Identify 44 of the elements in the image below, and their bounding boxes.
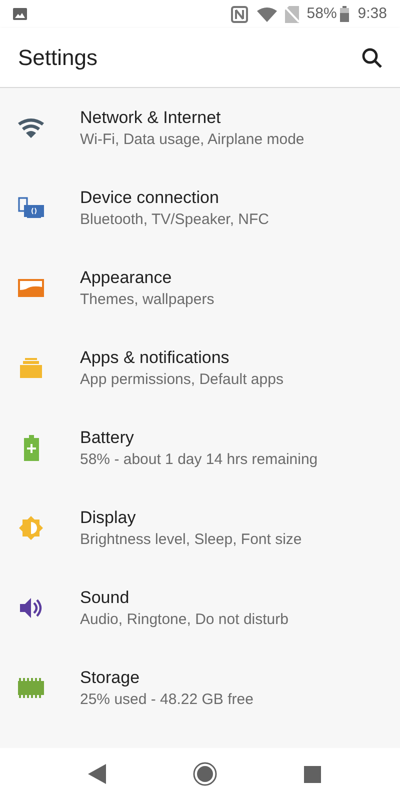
settings-item[interactable]: Apps & notifications App permissions, Default apps [0, 328, 400, 408]
settings-item[interactable]: Network & Internet Wi-Fi, Data usage, Airplane mode [0, 88, 400, 168]
item-subtitle: Audio, Ringtone, Do not disturb [80, 610, 288, 630]
wallpaper-icon [18, 279, 44, 297]
item-subtitle: 25% used - 48.22 GB free [80, 690, 254, 710]
settings-item[interactable]: Appearance Themes, wallpapers [0, 248, 400, 328]
battery-icon [340, 6, 349, 22]
item-subtitle: App permissions, Default apps [80, 370, 284, 390]
settings-item[interactable]: Storage 25% used - 48.22 GB free [0, 648, 400, 728]
item-title: Storage [80, 667, 141, 689]
item-subtitle: Themes, wallpapers [80, 290, 214, 310]
brightness-icon [19, 516, 43, 540]
clock-time: 9:38 [358, 4, 387, 24]
item-subtitle: Wi-Fi, Data usage, Airplane mode [80, 130, 304, 150]
wifi-icon [256, 6, 277, 22]
stack-icon [20, 358, 42, 378]
wifi-icon [18, 118, 44, 138]
search-icon[interactable] [361, 46, 383, 68]
item-title: Apps & notifications [80, 347, 230, 369]
nfc-icon [230, 6, 248, 22]
settings-item[interactable]: Display Brightness level, Sleep, Font size [0, 488, 400, 568]
item-subtitle: 58% - about 1 day 14 hrs remaining [80, 450, 318, 470]
settings-item[interactable]: Sound Audio, Ringtone, Do not disturb [0, 568, 400, 648]
memory-chip-icon [18, 678, 44, 698]
home-icon[interactable] [192, 762, 216, 786]
item-title: Appearance [80, 267, 173, 289]
item-title: Device connection [80, 187, 220, 209]
back-icon[interactable] [88, 764, 106, 784]
item-title: Battery [80, 427, 135, 449]
speaker-icon [20, 598, 42, 618]
item-title: Display [80, 507, 137, 529]
sim-card-icon [284, 6, 299, 22]
settings-item[interactable]: Battery 58% - about 1 day 14 hrs remaining [0, 408, 400, 488]
item-subtitle: Bluetooth, TV/Speaker, NFC [80, 210, 269, 230]
battery-charge-icon [24, 435, 38, 461]
page-title: Settings [18, 44, 98, 72]
image-icon [13, 8, 27, 20]
recents-icon[interactable] [304, 766, 320, 782]
item-subtitle: Brightness level, Sleep, Font size [80, 530, 302, 550]
devices-icon [18, 197, 44, 219]
battery-percent: 58% [306, 4, 337, 24]
item-title: Network & Internet [80, 107, 222, 129]
settings-item[interactable]: Device connection Bluetooth, TV/Speaker, NFC [0, 168, 400, 248]
item-title: Sound [80, 587, 130, 609]
